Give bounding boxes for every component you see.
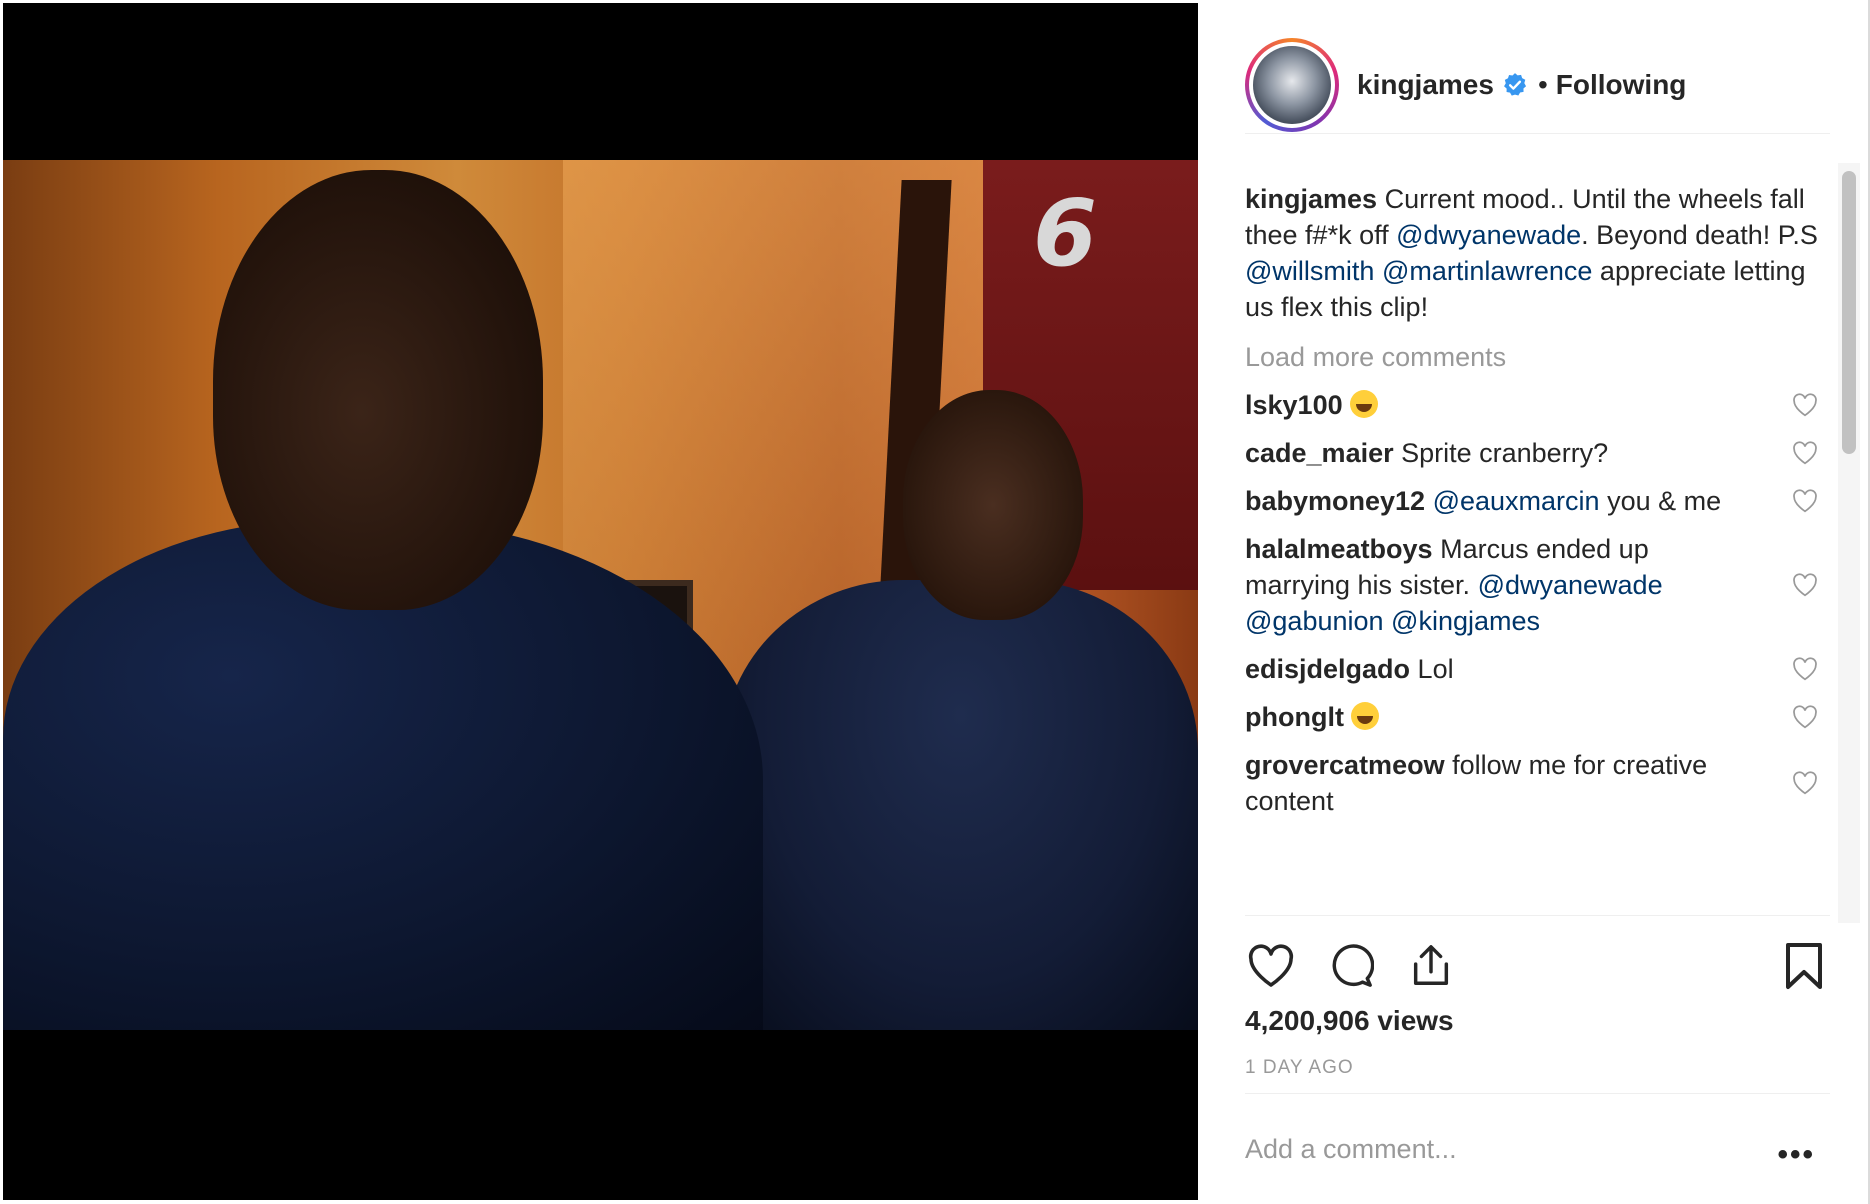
mention-link[interactable]: @dwyanewade [1478, 570, 1663, 600]
mention-link[interactable]: @gabunion [1245, 606, 1384, 636]
header-username[interactable]: kingjames [1357, 69, 1494, 101]
comment-item: cade_maier Sprite cranberry? [1245, 435, 1820, 471]
comment-button[interactable] [1325, 940, 1377, 992]
comment-username[interactable]: cade_maier [1245, 438, 1394, 468]
share-upload-icon [1413, 945, 1449, 985]
comment-username[interactable]: edisjdelgado [1245, 654, 1410, 684]
laughing-emoji-icon [1350, 390, 1379, 418]
like-button[interactable] [1245, 940, 1297, 992]
mention-link[interactable]: @willsmith [1245, 256, 1374, 286]
comment-like-heart-icon[interactable] [1792, 393, 1818, 417]
comment-username[interactable]: halalmeatboys [1245, 534, 1433, 564]
separator-dot: • [1537, 69, 1548, 100]
header-divider [1245, 133, 1830, 134]
action-bar [1245, 938, 1830, 994]
comment-like-heart-icon[interactable] [1792, 573, 1818, 597]
composer-divider [1245, 1093, 1830, 1094]
heart-icon [1248, 944, 1294, 987]
comment-username[interactable]: grovercatmeow [1245, 750, 1445, 780]
save-button[interactable] [1778, 940, 1830, 992]
share-button[interactable] [1405, 940, 1457, 992]
comment-like-heart-icon[interactable] [1792, 441, 1818, 465]
load-more-comments-button[interactable]: Load more comments [1245, 339, 1820, 375]
person-left [3, 160, 763, 1030]
mention-link[interactable]: @kingjames [1391, 606, 1540, 636]
post-caption: kingjames Current mood.. Until the wheel… [1245, 184, 1818, 322]
comments-divider [1245, 915, 1830, 916]
comment-bubble-icon [1332, 944, 1374, 987]
avatar[interactable] [1245, 38, 1339, 132]
mention-link[interactable]: @dwyanewade [1396, 220, 1581, 250]
comment-like-heart-icon[interactable] [1792, 705, 1818, 729]
comment-item: edisjdelgado Lol [1245, 651, 1820, 687]
comment-username[interactable]: phonglt [1245, 702, 1344, 732]
comment-like-heart-icon[interactable] [1792, 489, 1818, 513]
bookmark-icon [1786, 943, 1822, 989]
comment-item: phonglt [1245, 699, 1820, 735]
comment-item: lsky100 [1245, 387, 1820, 423]
mention-link[interactable]: @martinlawrence [1382, 256, 1592, 286]
following-button[interactable]: Following [1556, 69, 1687, 101]
person-right [723, 390, 1198, 1030]
comment-like-heart-icon[interactable] [1792, 771, 1818, 795]
video-frame: 6 [3, 160, 1198, 1030]
post-header: kingjames • Following [1245, 35, 1830, 135]
comment-like-heart-icon[interactable] [1792, 657, 1818, 681]
post-side-panel: kingjames • Following kingjames Current … [1198, 3, 1870, 1200]
jersey-number: 6 [1033, 180, 1098, 287]
more-options-icon[interactable]: ••• [1777, 1138, 1815, 1172]
comments-scrollbar-thumb[interactable] [1842, 171, 1856, 454]
comment-username[interactable]: lsky100 [1245, 390, 1343, 420]
comments-list: kingjames Current mood.. Until the wheel… [1245, 181, 1820, 911]
comment-item: halalmeatboys Marcus ended up marrying h… [1245, 531, 1820, 639]
comment-input[interactable]: Add a comment... [1245, 1134, 1457, 1165]
comment-item: babymoney12 @eauxmarcin you & me [1245, 483, 1820, 519]
view-count[interactable]: 4,200,906 views [1245, 1005, 1454, 1037]
instagram-post-modal: 6 kingjames • Following kingjames Curren… [0, 0, 1870, 1204]
laughing-emoji-icon [1351, 702, 1380, 730]
post-timestamp[interactable]: 1 DAY AGO [1245, 1057, 1354, 1079]
mention-link[interactable]: @eauxmarcin [1433, 486, 1600, 516]
comment-username[interactable]: babymoney12 [1245, 486, 1425, 516]
verified-badge-icon [1504, 73, 1527, 96]
video-player[interactable]: 6 [3, 3, 1198, 1200]
caption-username[interactable]: kingjames [1245, 184, 1377, 214]
comment-item: grovercatmeow follow me for creative con… [1245, 747, 1820, 819]
